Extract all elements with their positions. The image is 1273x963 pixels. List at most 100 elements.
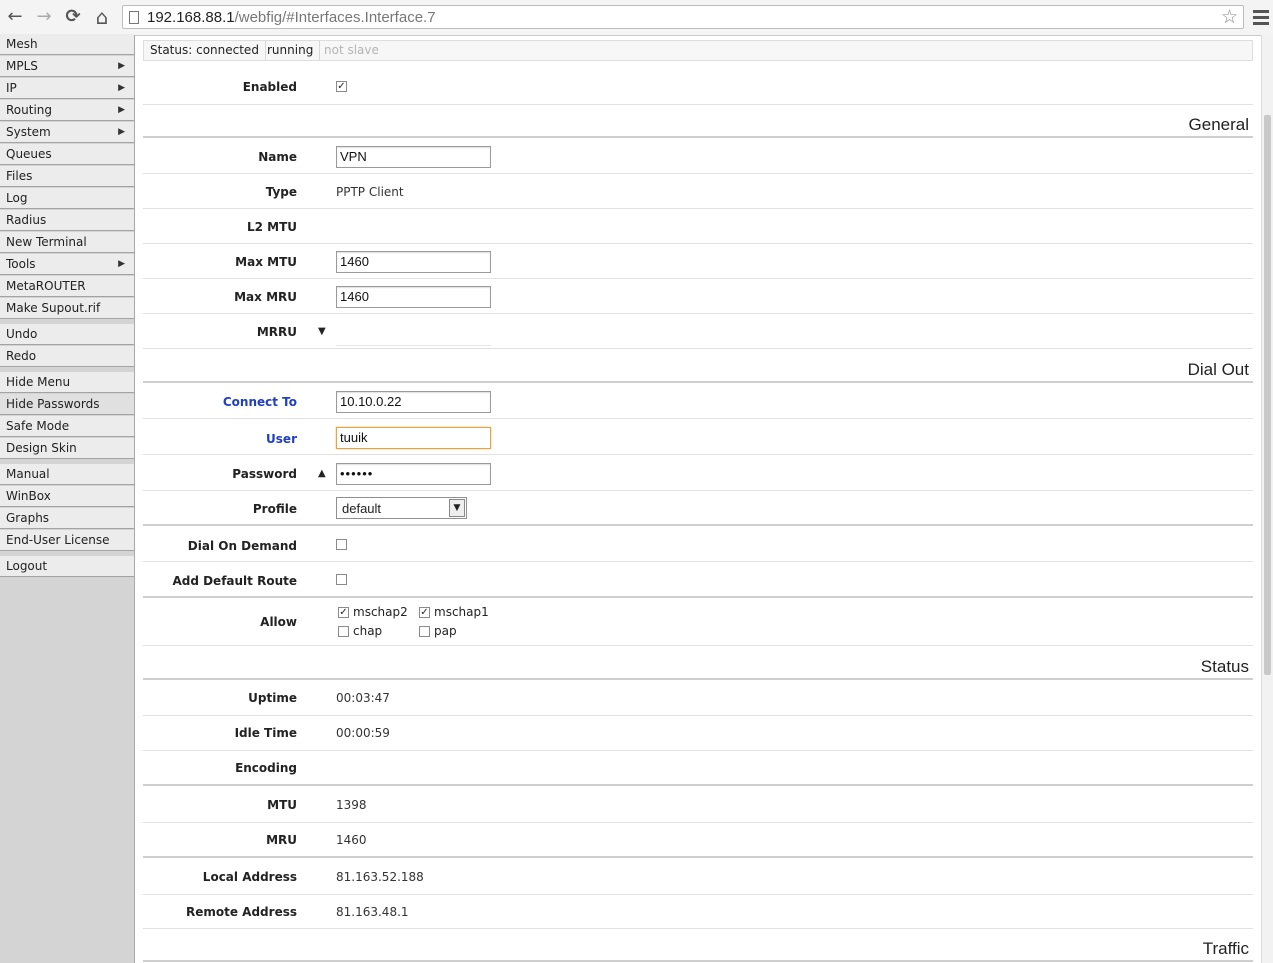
profile-select-value: default xyxy=(342,501,382,516)
sidebar-item-manual[interactable]: Manual xyxy=(0,464,134,485)
sidebar-item-metarouter[interactable]: MetaROUTER xyxy=(0,276,134,297)
allow-mschap2-checkbox[interactable]: ✓ xyxy=(338,607,349,618)
maxmru-input[interactable]: 1460 xyxy=(336,286,491,308)
row-adddefaultroute: Add Default Route xyxy=(143,562,1253,598)
sidebar-item-ip[interactable]: IP ▶ xyxy=(0,78,134,99)
sidebar-item-make-supout-rif[interactable]: Make Supout.rif xyxy=(0,298,134,319)
connectto-label: Connect To xyxy=(222,395,297,409)
sidebar-item-queues[interactable]: Queues xyxy=(0,144,134,165)
home-icon[interactable]: ⌂ xyxy=(91,6,113,28)
row-type: Type PPTP Client xyxy=(143,174,1253,209)
sidebar-item-mpls[interactable]: MPLS ▶ xyxy=(0,56,134,77)
status-connected: Status: connected xyxy=(144,41,266,60)
browser-menu-icon[interactable] xyxy=(1252,7,1270,27)
row-enabled: Enabled ✓ xyxy=(143,69,1253,105)
row-mru: MRU 1460 xyxy=(143,823,1253,858)
sidebar-item-new-terminal[interactable]: New Terminal xyxy=(0,232,134,253)
sidebar-item-label: End-User License xyxy=(6,533,110,547)
mrru-empty-field xyxy=(336,345,491,346)
remote-value: 81.163.48.1 xyxy=(336,905,409,919)
sidebar-item-graphs[interactable]: Graphs xyxy=(0,508,134,529)
sidebar-item-label: Design Skin xyxy=(6,441,77,455)
row-maxmtu: Max MTU 1460 xyxy=(143,244,1253,279)
sidebar-item-label: Logout xyxy=(6,559,48,573)
mru-value: 1460 xyxy=(336,833,367,847)
password-input[interactable]: •••••• xyxy=(336,463,491,485)
sidebar-item-winbox[interactable]: WinBox xyxy=(0,486,134,507)
sidebar-item-end-user-license[interactable]: End-User License xyxy=(0,530,134,551)
sidebar-item-label: Redo xyxy=(6,349,37,363)
status-running: running xyxy=(261,41,321,60)
sidebar-item-redo[interactable]: Redo xyxy=(0,346,134,367)
allow-mschap1-checkbox[interactable]: ✓ xyxy=(419,607,430,618)
remote-label: Remote Address xyxy=(186,905,297,919)
reload-icon[interactable]: ⟳ xyxy=(62,6,84,28)
row-connectto: Connect To 10.10.0.22 xyxy=(143,383,1253,419)
password-collapse-icon[interactable]: ▲ xyxy=(318,468,326,479)
maxmtu-label: Max MTU xyxy=(235,255,297,269)
type-value: PPTP Client xyxy=(336,185,404,199)
row-uptime: Uptime 00:03:47 xyxy=(143,680,1253,716)
address-bar[interactable]: 192.168.88.1/webfig/#Interfaces.Interfac… xyxy=(122,5,1244,29)
section-status: Status xyxy=(143,646,1253,680)
sidebar-item-logout[interactable]: Logout xyxy=(0,556,134,577)
submenu-arrow-icon: ▶ xyxy=(118,259,125,269)
maxmtu-input[interactable]: 1460 xyxy=(336,251,491,273)
back-icon[interactable]: ← xyxy=(4,6,26,28)
allow-chap-label: chap xyxy=(353,624,383,638)
sidebar-item-tools[interactable]: Tools ▶ xyxy=(0,254,134,275)
sidebar-item-label: MPLS xyxy=(6,59,38,73)
dialondemand-label: Dial On Demand xyxy=(187,539,297,553)
row-name: Name VPN xyxy=(143,138,1253,174)
sidebar-item-design-skin[interactable]: Design Skin xyxy=(0,438,134,459)
sidebar-item-hide-menu[interactable]: Hide Menu xyxy=(0,372,134,393)
sidebar-item-label: MetaROUTER xyxy=(6,279,86,293)
submenu-arrow-icon: ▶ xyxy=(118,61,125,71)
allow-mschap1-label: mschap1 xyxy=(434,605,489,619)
mrru-expand-icon[interactable]: ▼ xyxy=(318,326,326,337)
submenu-arrow-icon: ▶ xyxy=(118,83,125,93)
enabled-label: Enabled xyxy=(242,80,297,94)
scrollbar-thumb[interactable] xyxy=(1264,115,1271,675)
connectto-input[interactable]: 10.10.0.22 xyxy=(336,391,491,413)
sidebar-item-files[interactable]: Files xyxy=(0,166,134,187)
section-dialout-title: Dial Out xyxy=(1187,360,1249,379)
sidebar-item-label: Manual xyxy=(6,467,50,481)
chevron-down-icon[interactable]: ▼ xyxy=(449,499,465,517)
adddefault-checkbox[interactable] xyxy=(336,574,347,585)
sidebar-item-log[interactable]: Log xyxy=(0,188,134,209)
bookmark-star-icon[interactable]: ☆ xyxy=(1221,6,1238,28)
enabled-checkbox[interactable]: ✓ xyxy=(336,81,347,92)
sidebar-item-label: Queues xyxy=(6,147,52,161)
allow-pap-checkbox[interactable] xyxy=(419,626,430,637)
allow-chap-checkbox[interactable] xyxy=(338,626,349,637)
profile-select[interactable]: default ▼ xyxy=(336,497,467,519)
sidebar-item-radius[interactable]: Radius xyxy=(0,210,134,231)
sidebar-item-hide-passwords[interactable]: Hide Passwords xyxy=(0,394,134,415)
sidebar-item-undo[interactable]: Undo xyxy=(0,324,134,345)
sidebar-item-label: Mesh xyxy=(6,37,38,51)
row-localaddress: Local Address 81.163.52.188 xyxy=(143,858,1253,895)
row-mtu: MTU 1398 xyxy=(143,786,1253,823)
scrollbar[interactable] xyxy=(1261,35,1273,963)
name-input[interactable]: VPN xyxy=(336,146,491,168)
forward-icon[interactable]: → xyxy=(33,6,55,28)
row-allow: Allow ✓ mschap2 ✓ mschap1 chap pap xyxy=(143,598,1253,646)
submenu-arrow-icon: ▶ xyxy=(118,105,125,115)
mrru-label: MRRU xyxy=(256,325,297,339)
allow-pap-label: pap xyxy=(434,624,457,638)
row-l2mtu: L2 MTU xyxy=(143,209,1253,244)
user-input[interactable]: tuuik xyxy=(336,427,491,449)
sidebar-item-system[interactable]: System ▶ xyxy=(0,122,134,143)
mtu-value: 1398 xyxy=(336,798,367,812)
dialondemand-checkbox[interactable] xyxy=(336,539,347,550)
uptime-value: 00:03:47 xyxy=(336,691,390,705)
sidebar-item-label: Routing xyxy=(6,103,53,117)
submenu-arrow-icon: ▶ xyxy=(118,127,125,137)
url-path: /webfig/#Interfaces.Interface.7 xyxy=(234,9,436,26)
sidebar-item-mesh[interactable]: Mesh xyxy=(0,34,134,55)
sidebar-item-safe-mode[interactable]: Safe Mode xyxy=(0,416,134,437)
uptime-label: Uptime xyxy=(248,691,297,705)
sidebar-item-routing[interactable]: Routing ▶ xyxy=(0,100,134,121)
row-user: User tuuik xyxy=(143,419,1253,455)
